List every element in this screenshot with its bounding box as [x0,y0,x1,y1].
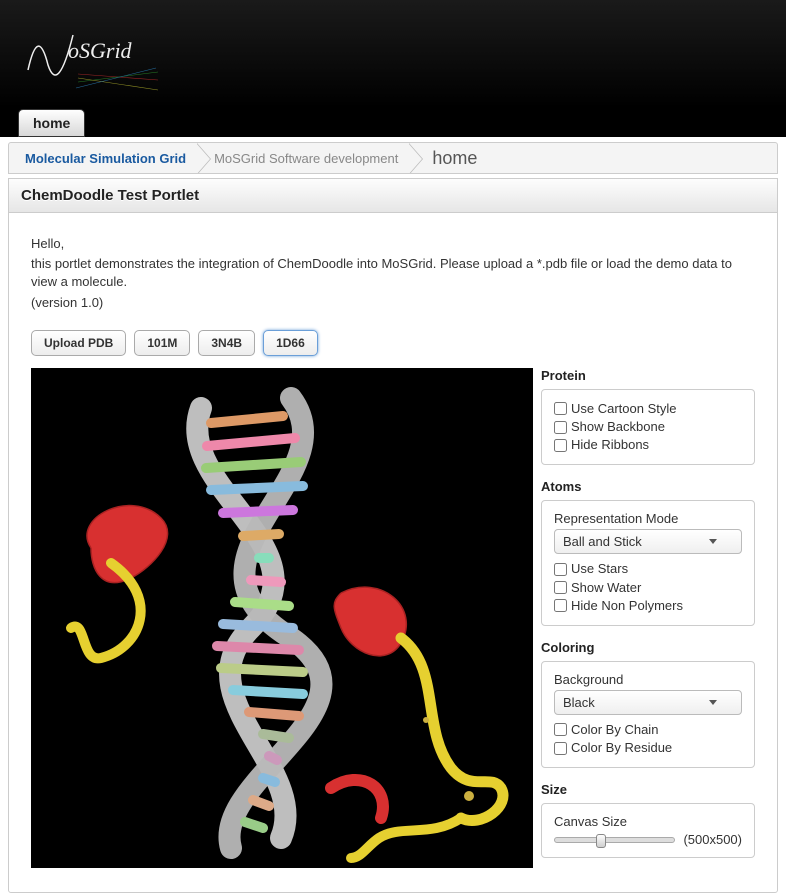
demo-1d66-button[interactable]: 1D66 [263,330,318,356]
coloring-panel: Background Black Color By Chain Color By… [541,661,755,768]
show-backbone-label: Show Backbone [571,418,665,436]
nav-tab-bar: home [0,108,786,140]
demo-101m-button[interactable]: 101M [134,330,190,356]
nav-tab-home[interactable]: home [18,109,85,137]
protein-panel: Use Cartoon Style Show Backbone Hide Rib… [541,389,755,466]
intro-line-1: Hello, [31,235,755,253]
color-by-residue-label: Color By Residue [571,739,672,757]
color-by-chain-row[interactable]: Color By Chain [554,721,742,739]
breadcrumb-section: MoSGrid Software development [196,143,408,173]
show-water-checkbox[interactable] [554,581,567,594]
upload-pdb-button[interactable]: Upload PDB [31,330,126,356]
logo: oSGrid [18,10,168,98]
portlet-title: ChemDoodle Test Portlet [9,179,777,213]
use-stars-row[interactable]: Use Stars [554,560,742,578]
use-cartoon-label: Use Cartoon Style [571,400,677,418]
canvas-size-value: (500x500) [683,832,742,847]
portlet: ChemDoodle Test Portlet Hello, this port… [8,178,778,893]
background-value: Black [563,695,595,710]
hide-nonpolymers-row[interactable]: Hide Non Polymers [554,597,742,615]
use-cartoon-checkbox[interactable] [554,402,567,415]
atoms-panel-title: Atoms [541,479,755,494]
intro-line-3: (version 1.0) [31,294,755,312]
chevron-down-icon [709,539,717,544]
color-by-chain-label: Color By Chain [571,721,658,739]
hide-ribbons-label: Hide Ribbons [571,436,649,454]
canvas-size-slider[interactable] [554,837,675,843]
size-panel-title: Size [541,782,755,797]
breadcrumb-root[interactable]: Molecular Simulation Grid [15,143,196,173]
intro-line-2: this portlet demonstrates the integratio… [31,255,755,291]
show-backbone-checkbox[interactable] [554,421,567,434]
background-label: Background [554,672,742,687]
protein-panel-title: Protein [541,368,755,383]
slider-thumb[interactable] [596,834,606,848]
hide-nonpolymers-checkbox[interactable] [554,599,567,612]
hide-ribbons-row[interactable]: Hide Ribbons [554,436,742,454]
app-header: oSGrid [0,0,786,108]
pdb-button-row: Upload PDB 101M 3N4B 1D66 [31,330,755,356]
size-panel: Canvas Size (500x500) [541,803,755,858]
use-cartoon-row[interactable]: Use Cartoon Style [554,400,742,418]
representation-mode-select[interactable]: Ball and Stick [554,529,742,554]
svg-text:oSGrid: oSGrid [68,38,133,63]
use-stars-checkbox[interactable] [554,563,567,576]
show-water-row[interactable]: Show Water [554,579,742,597]
breadcrumbs: Molecular Simulation Grid MoSGrid Softwa… [8,142,778,174]
canvas-size-label: Canvas Size [554,814,742,829]
hide-ribbons-checkbox[interactable] [554,439,567,452]
hide-nonpolymers-label: Hide Non Polymers [571,597,683,615]
show-water-label: Show Water [571,579,641,597]
coloring-panel-title: Coloring [541,640,755,655]
color-by-residue-row[interactable]: Color By Residue [554,739,742,757]
chevron-down-icon [709,700,717,705]
representation-mode-value: Ball and Stick [563,534,642,549]
demo-3n4b-button[interactable]: 3N4B [198,330,255,356]
show-backbone-row[interactable]: Show Backbone [554,418,742,436]
molecule-viewer[interactable] [31,368,533,868]
use-stars-label: Use Stars [571,560,628,578]
representation-mode-label: Representation Mode [554,511,742,526]
background-select[interactable]: Black [554,690,742,715]
intro-text: Hello, this portlet demonstrates the int… [31,235,755,312]
color-by-chain-checkbox[interactable] [554,723,567,736]
color-by-residue-checkbox[interactable] [554,742,567,755]
atoms-panel: Representation Mode Ball and Stick Use S… [541,500,755,626]
